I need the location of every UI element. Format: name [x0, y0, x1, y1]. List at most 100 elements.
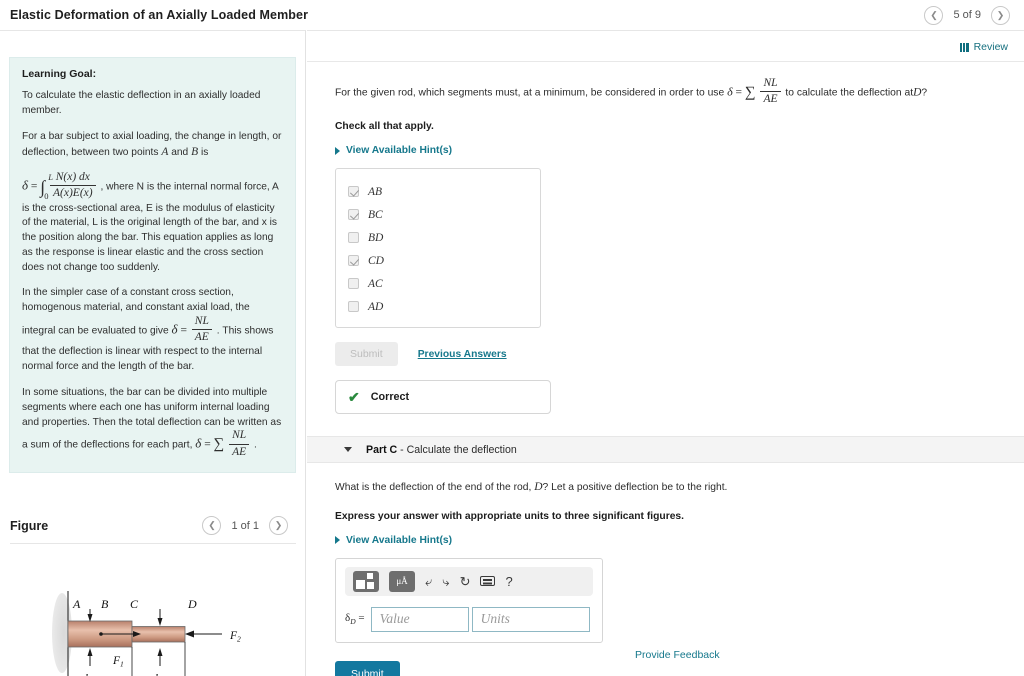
part-c-name: Part C: [366, 443, 398, 456]
part-c-desc: Calculate the deflection: [406, 443, 517, 456]
triangle-down-icon[interactable]: [344, 447, 352, 453]
question-frac-den: AE: [763, 93, 778, 106]
learning-goal-paragraph-1: To calculate the elastic deflection in a…: [22, 90, 261, 116]
lg-p2-is: is: [200, 147, 209, 159]
lg-p4-equals: =: [180, 324, 187, 337]
keyboard-icon[interactable]: [480, 576, 496, 587]
value-input[interactable]: Value: [370, 606, 469, 632]
check-mark-icon: ✔: [348, 389, 360, 406]
rod-diagram-svg: A B C D F2 F1 d1 d2 L1 L2: [52, 591, 241, 676]
lg-p5-num: NL: [229, 429, 250, 445]
figure-title: Figure: [10, 518, 49, 533]
learning-goal-paragraph-4: In the simpler case of a constant cross …: [22, 286, 283, 375]
checkbox-bc[interactable]: [348, 209, 359, 221]
lg-p2-var-A: A: [161, 146, 169, 159]
question-prompt: For the given rod, which segments must, …: [335, 77, 1004, 107]
question-counter: 5 of 9: [953, 9, 981, 21]
units-micro-angstrom-icon[interactable]: μÅ: [389, 570, 415, 592]
lg-p4-den: AE: [194, 331, 209, 344]
hint-link-part-c[interactable]: View Available Hint(s): [335, 535, 1004, 546]
undo-icon[interactable]: ⤶: [425, 575, 432, 588]
answer-entry-widget: μÅ ⤶ ⤷ ↻ ? δD = Value Units: [335, 557, 603, 643]
figure-pager: ❮ 1 of 1 ❯: [202, 516, 288, 535]
question-delta: δ: [727, 84, 733, 99]
part-c-question: What is the deflection of the end of the…: [335, 479, 1004, 496]
review-link[interactable]: Review: [307, 31, 1024, 61]
question-summation-icon: ∑: [744, 84, 756, 101]
option-label-ab: AB: [368, 185, 383, 198]
figure-counter: 1 of 1: [231, 519, 259, 532]
review-bars-icon: [959, 42, 969, 52]
option-row-ab[interactable]: AB: [348, 180, 528, 203]
submit-button-part-c[interactable]: Submit: [335, 660, 400, 676]
integrand-numerator: N(x) dx: [50, 171, 96, 187]
lg-p5-den: AE: [232, 445, 247, 458]
figure-label-A: A: [72, 597, 81, 611]
answer-delta-sub: D: [350, 617, 356, 627]
lg-p5-delta: δ: [195, 435, 202, 451]
provide-feedback-link[interactable]: Provide Feedback: [635, 649, 720, 661]
figure-prev-button[interactable]: ❮: [202, 516, 222, 535]
question-body: For the given rod, which segments must, …: [307, 62, 1024, 676]
option-row-cd[interactable]: CD: [348, 249, 528, 272]
question-equals: =: [735, 86, 743, 99]
option-label-cd: CD: [368, 254, 384, 267]
review-label: Review: [973, 41, 1008, 53]
answer-variable-label: δD =: [345, 612, 365, 626]
question-prompt-text-a: For the given rod, which segments must, …: [335, 87, 725, 99]
eq-delta: δ: [22, 177, 29, 193]
answer-entry-toolbar: μÅ ⤶ ⤷ ↻ ?: [345, 566, 593, 596]
question-nl-ae-fraction: NL AE: [760, 77, 781, 106]
integrand-denominator: A(x)E(x): [53, 187, 93, 200]
template-squares-icon[interactable]: [353, 570, 379, 592]
hint-label-part-c: View Available Hint(s): [346, 534, 453, 546]
part-c-header[interactable]: Part C - Calculate the deflection: [307, 436, 1024, 464]
learning-goal-paragraph-2: For a bar subject to axial loading, the …: [22, 130, 283, 162]
lg-p2-var-B: B: [191, 146, 199, 159]
units-input[interactable]: Units: [471, 606, 590, 632]
checkbox-cd[interactable]: [348, 255, 359, 267]
figure-next-button[interactable]: ❯: [269, 516, 288, 535]
learning-goal-card: Learning Goal: To calculate the elastic …: [9, 57, 296, 473]
lg-p5-equals: =: [204, 438, 211, 451]
part-c-question-b: ? Let a positive deflection be to the ri…: [542, 482, 728, 494]
checkbox-bd[interactable]: [348, 232, 359, 244]
hint-link-part-b[interactable]: View Available Hint(s): [335, 145, 1004, 156]
redo-icon[interactable]: ⤷: [442, 575, 449, 588]
checkbox-ac[interactable]: [348, 278, 359, 290]
option-row-bc[interactable]: BC: [348, 203, 528, 226]
triangle-right-icon: [335, 146, 340, 155]
lg-p2-and: and: [171, 147, 189, 159]
checkbox-ad[interactable]: [348, 301, 359, 313]
figure-label-F1: F1: [112, 655, 124, 669]
figure-divider: [10, 543, 296, 544]
option-row-ac[interactable]: AC: [348, 272, 528, 295]
lg-p2-text-a: For a bar subject to axial loading, the …: [22, 130, 282, 159]
right-panel: Review For the given rod, which segments…: [307, 30, 1024, 676]
option-label-ac: AC: [368, 277, 383, 290]
checkbox-ab[interactable]: [348, 186, 359, 198]
left-panel: Learning Goal: To calculate the elastic …: [0, 30, 306, 676]
topbar: Elastic Deformation of an Axially Loaded…: [0, 0, 1024, 30]
option-label-bc: BC: [368, 208, 383, 221]
help-icon[interactable]: ?: [505, 575, 512, 588]
answer-equals: =: [358, 612, 365, 625]
part-c-title: Part C - Calculate the deflection: [366, 444, 517, 456]
correct-feedback-box: ✔ Correct: [335, 380, 551, 415]
next-question-button[interactable]: ❯: [991, 5, 1010, 25]
learning-goal-paragraph-5: In some situations, the bar can be divid…: [22, 386, 283, 460]
option-label-bd: BD: [368, 231, 384, 244]
learning-goal-equation-integral: δ = ∫ L 0 N(x) dx A(x)E(x) , where N is th…: [22, 171, 283, 275]
footer: Provide Feedback Next ❯: [614, 634, 1024, 676]
prev-question-button[interactable]: ❮: [924, 5, 944, 25]
nl-over-ae-fraction-1: NL AE: [191, 315, 212, 344]
figure-label-D: D: [187, 597, 197, 611]
reset-icon[interactable]: ↻: [460, 575, 471, 588]
option-row-ad[interactable]: AD: [348, 295, 528, 318]
figure-label-F2: F2: [229, 630, 241, 644]
units-glyph: μÅ: [396, 576, 408, 587]
previous-answers-link[interactable]: Previous Answers: [418, 349, 507, 360]
figure-image: A B C D F2 F1 d1 d2 L1 L2: [0, 551, 306, 676]
option-row-bd[interactable]: BD: [348, 226, 528, 249]
assignment-pager: ❮ 5 of 9 ❯: [924, 5, 1010, 25]
